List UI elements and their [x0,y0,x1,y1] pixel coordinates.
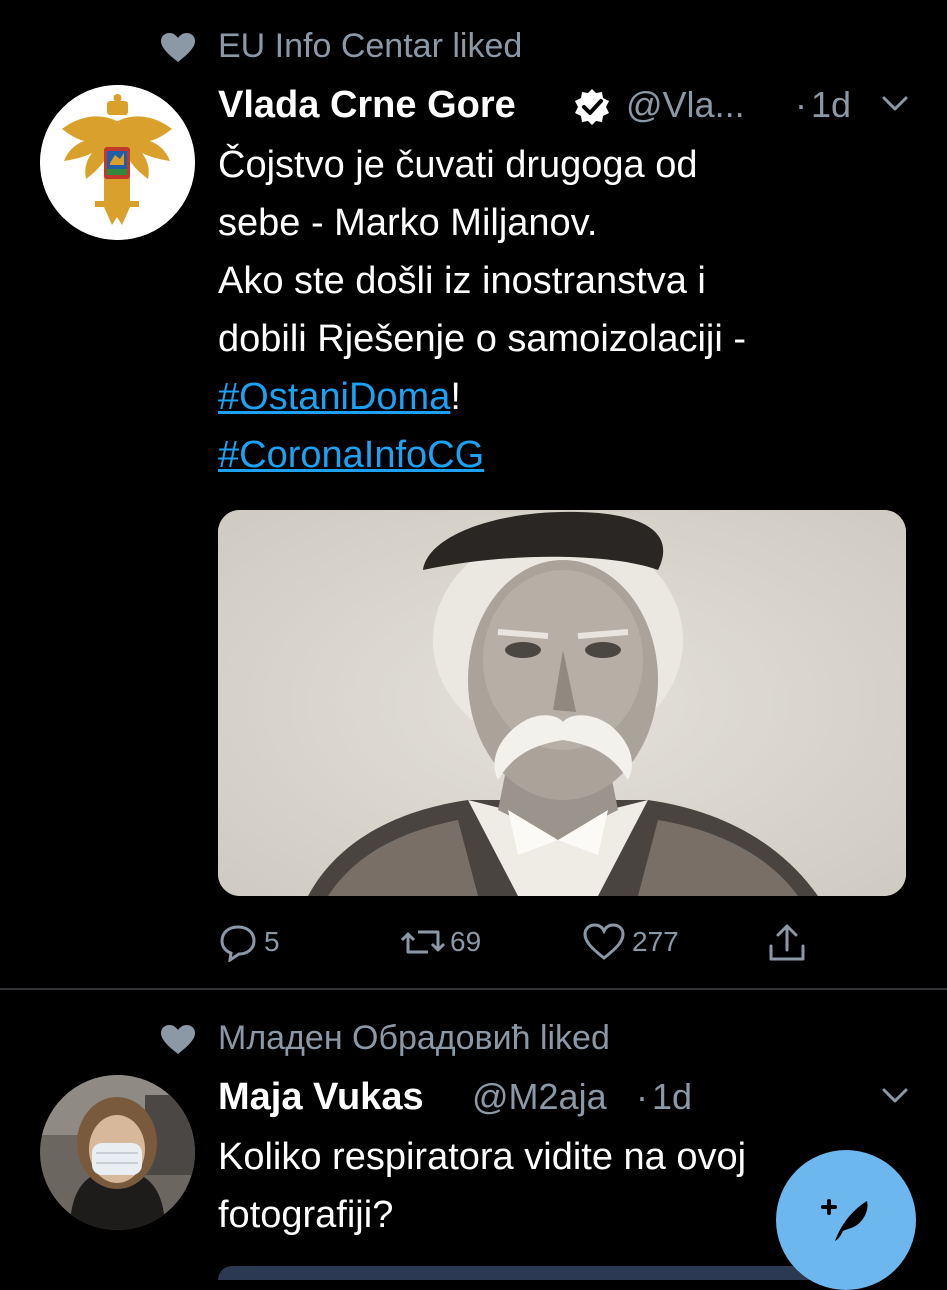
chevron-down-icon[interactable] [880,92,910,121]
avatar[interactable] [40,85,195,240]
chevron-down-icon[interactable] [880,1084,910,1113]
liked-heart-icon [160,32,196,69]
tweet-divider [0,988,947,990]
display-name[interactable]: Vlada Crne Gore [218,84,516,127]
tweet-text-line: Čojstvo je čuvati drugoga od [218,144,698,186]
social-context-text: Младен Обрадовић liked [218,1019,610,1057]
hashtag-link[interactable]: #OstaniDoma [218,376,450,418]
liked-heart-icon [160,1024,196,1061]
display-name[interactable]: Maja Vukas [218,1076,424,1119]
social-context-text: EU Info Centar liked [218,27,523,65]
user-handle[interactable]: @M2aja [472,1076,607,1118]
avatar[interactable] [40,1075,195,1230]
retweet-icon [400,930,446,954]
reply-button[interactable]: 5 [218,922,280,962]
profile-photo [40,1075,195,1230]
compose-tweet-button[interactable] [776,1150,916,1290]
coat-of-arms-icon [40,85,195,240]
portrait-photo [218,510,906,896]
retweet-button[interactable]: 69 [398,922,481,962]
tweet-text-line: Ako ste došli iz inostranstva i [218,260,706,302]
like-icon [583,923,625,960]
verified-badge-icon [572,87,612,132]
like-count: 277 [632,926,679,957]
hashtag-link[interactable]: #CoronaInfoCG [218,434,484,476]
timestamp[interactable]: 1d [811,84,851,126]
hashtag-suffix: ! [450,376,461,418]
reply-count: 5 [264,926,280,957]
timestamp[interactable]: 1d [652,1076,692,1118]
retweet-count: 69 [450,926,482,957]
tweet-photo[interactable] [218,510,906,896]
share-icon [769,924,805,961]
compose-icon [821,1199,868,1241]
like-button[interactable]: 277 [582,922,679,962]
tweet-text: Čojstvo je čuvati drugoga od sebe - Mark… [218,136,918,484]
timestamp-separator: · [795,84,807,125]
tweet-photo-preview[interactable] [218,1266,818,1280]
user-handle[interactable]: @Vla... [626,84,745,126]
timestamp-separator: · [636,1076,648,1117]
tweet-text-line: sebe - Marko Miljanov. [218,202,598,244]
share-button[interactable] [766,922,808,969]
tweet-text-line: dobili Rješenje o samoizolaciji - [218,318,747,360]
reply-icon [220,925,256,962]
